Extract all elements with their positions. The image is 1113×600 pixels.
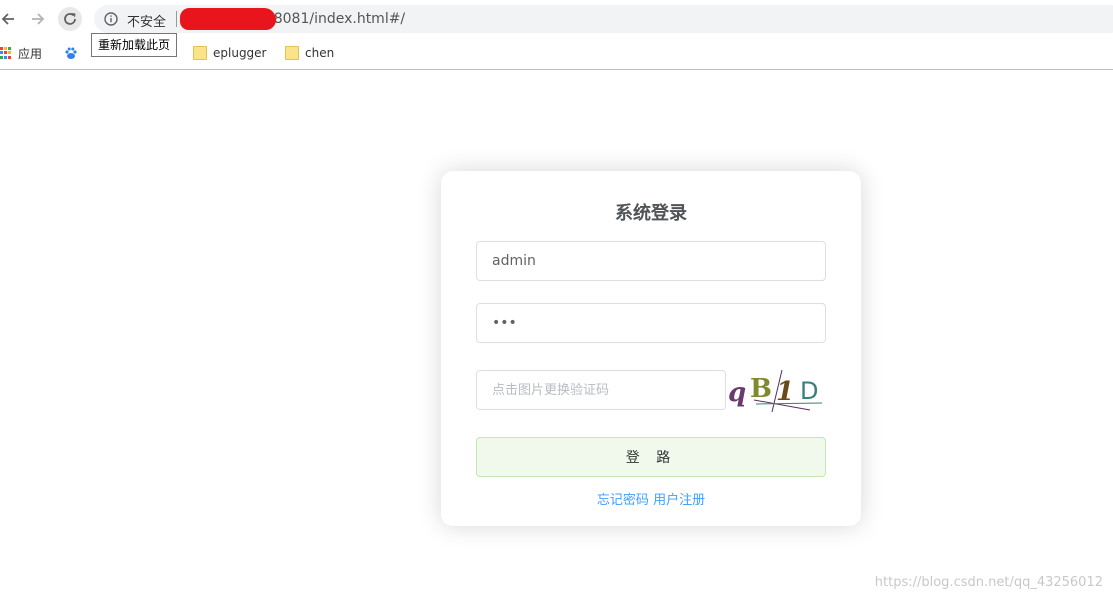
watermark: https://blog.csdn.net/qq_43256012: [874, 575, 1103, 590]
page-title: 系统登录: [615, 203, 687, 224]
username-input[interactable]: [477, 242, 812, 280]
password-field-wrapper: [476, 303, 826, 343]
folder-icon: [285, 46, 299, 60]
username-field-wrapper: [476, 241, 826, 281]
address-bar[interactable]: 不安全 :8081/index.html#/: [94, 5, 1113, 33]
login-card: 系统登录 q B 1 D 登 路 忘记密码 用户注册: [441, 171, 861, 526]
login-button[interactable]: 登 路: [476, 437, 826, 477]
register-link[interactable]: 用户注册: [653, 493, 705, 508]
bookmark-label: chen: [305, 46, 335, 60]
arrow-left-icon: [1, 13, 14, 25]
captcha-char: q: [728, 378, 746, 408]
info-icon[interactable]: [104, 12, 118, 26]
auth-links: 忘记密码 用户注册: [441, 489, 861, 508]
browser-toolbar: 不安全 :8081/index.html#/: [0, 0, 1113, 37]
security-label[interactable]: 不安全: [127, 11, 166, 30]
apps-grid-icon: [0, 47, 12, 59]
captcha-image[interactable]: q B 1 D: [726, 370, 826, 412]
folder-icon: [193, 46, 207, 60]
captcha-char: 1: [776, 377, 794, 407]
url-redaction-mark: [180, 8, 276, 30]
bookmark-baidu[interactable]: [64, 43, 78, 63]
bookmark-apps[interactable]: 应用: [0, 43, 42, 63]
back-button[interactable]: [0, 7, 20, 31]
bookmark-chen[interactable]: chen: [285, 43, 334, 63]
reload-tooltip: 重新加载此页: [91, 33, 178, 57]
captcha-input[interactable]: [477, 371, 717, 409]
reload-icon: [64, 13, 76, 25]
forgot-password-link[interactable]: 忘记密码: [597, 493, 649, 508]
baidu-paw-icon: [65, 47, 77, 59]
arrow-right-icon: [32, 13, 45, 25]
omnibox-divider: [176, 11, 177, 27]
bookmark-label: eplugger: [213, 46, 267, 60]
forward-button[interactable]: [26, 7, 50, 31]
password-input[interactable]: [477, 304, 812, 342]
reload-button[interactable]: [58, 7, 82, 31]
bookmark-label: 应用: [18, 46, 43, 61]
captcha-char: B: [750, 374, 772, 404]
captcha-field-wrapper: [476, 370, 726, 410]
url-text[interactable]: :8081/index.html#/: [269, 11, 405, 27]
captcha-char: D: [800, 377, 818, 405]
bookmark-eplugger[interactable]: eplugger: [193, 43, 267, 63]
